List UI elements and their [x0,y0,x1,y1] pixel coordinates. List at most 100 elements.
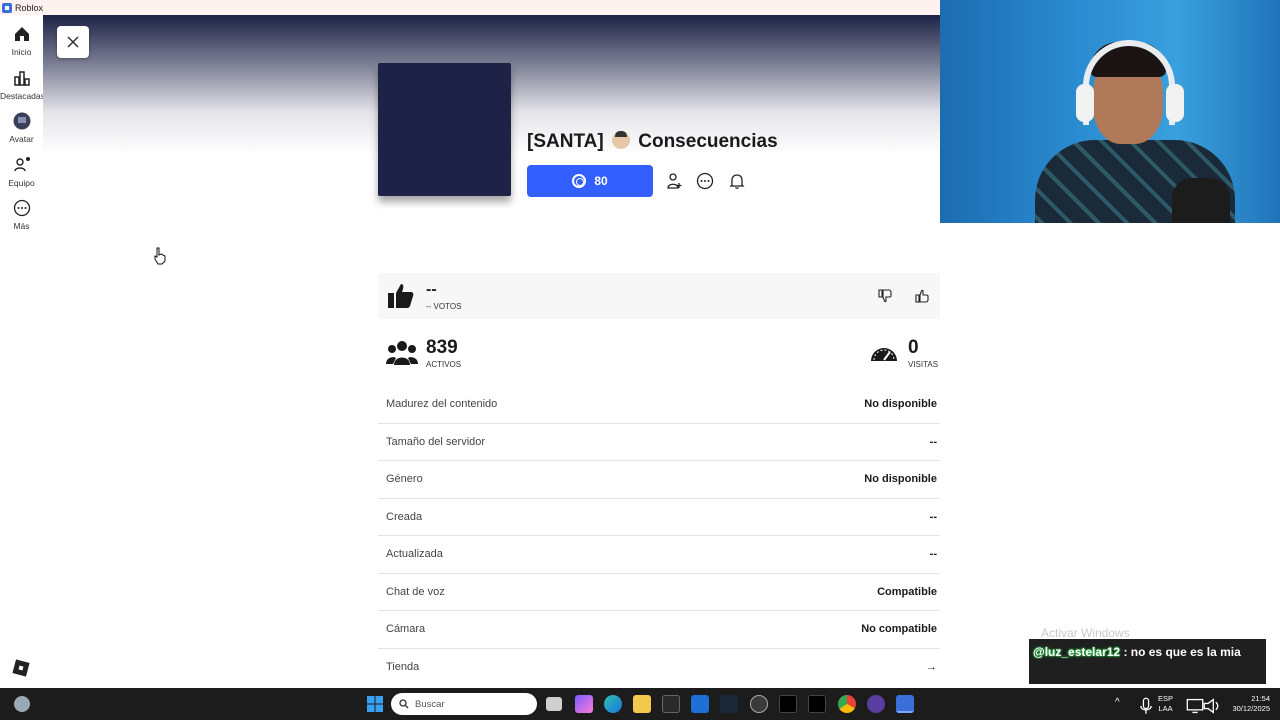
close-icon [67,36,79,48]
person-add-icon [667,173,682,189]
detail-value: -- [929,435,937,448]
app-icon[interactable] [750,695,768,713]
detail-key: Chat de voz [386,585,445,598]
headphones-icon [1083,40,1175,125]
detail-row-updated: Actualizada -- [378,536,940,574]
play-button[interactable]: 80 [527,165,653,197]
outlook-icon[interactable] [691,695,709,713]
detail-row-maturity: Madurez del contenido No disponible [378,386,940,424]
clock-time: 21:54 [1251,694,1270,703]
game-details-list: Madurez del contenido No disponible Tama… [378,386,940,686]
detail-key: Tamaño del servidor [386,435,486,448]
detail-value: No disponible [864,398,937,411]
search-icon [399,699,409,709]
microphone [1172,178,1230,223]
game-details-page: [SANTA] Consecuencias 80 -- -- VOTOS 839… [43,15,940,688]
nav-label-destacadas: Destacadas [0,91,45,101]
nav-label-mas: Más [13,221,30,231]
detail-value: -- [929,548,937,561]
nav-label-equipo: Equipo [8,178,35,188]
detail-key: Género [386,473,423,486]
left-nav: Inicio Destacadas Avatar Equipo Más [0,15,45,688]
microphone-tray-icon[interactable] [1137,697,1155,715]
visits-stat: 0 VISITAS [869,337,938,369]
game-title-prefix: [SANTA] [527,131,604,152]
chat-username: @luz_estelar12 [1033,645,1121,659]
tiktok-icon[interactable] [779,695,797,713]
window-title: Roblox [15,2,44,13]
vote-bar: -- -- VOTOS [378,273,940,319]
detail-row-genre: Género No disponible [378,461,940,499]
lang-line1: ESP [1158,694,1174,703]
rating-value: -- [426,281,437,298]
speedometer-icon [871,348,897,361]
stream-chat-message: @luz_estelar12 : no es que es la mia [1029,639,1266,684]
roblox-app-icon [2,2,12,13]
nav-item-mas[interactable]: Más [0,199,43,231]
nav-item-equipo[interactable]: Equipo [0,156,43,188]
file-explorer-icon[interactable] [633,695,651,713]
store-arrow-icon: → [926,661,937,674]
headphone-left [1076,84,1094,122]
active-count: 839 [426,337,458,358]
network-icon[interactable] [1186,697,1204,715]
edge-icon[interactable] [604,695,622,713]
weather-icon[interactable] [14,696,30,712]
detail-row-created: Creada -- [378,499,940,536]
window-titlebar: Roblox [0,0,940,15]
chrome-icon[interactable] [838,695,856,713]
thumbs-up-icon [915,289,929,303]
copilot-icon[interactable] [575,695,593,713]
play-price: 80 [594,174,608,188]
taskbar-search[interactable]: Buscar [391,693,537,715]
detail-row-store[interactable]: Tienda → [378,649,940,687]
roblox-logo-icon[interactable] [12,659,30,677]
clock[interactable]: 21:54 30/12/2025 [1224,694,1270,714]
visits-count: 0 [908,337,919,358]
roblox-taskbar-icon[interactable] [896,695,914,713]
more-options-button[interactable] [694,170,716,192]
nav-label-avatar: Avatar [9,134,34,144]
lang-line2: LAA [1158,704,1173,713]
visits-label: VISITAS [908,360,939,369]
detail-row-server-size: Tamaño del servidor -- [378,424,940,461]
detail-value: No disponible [864,473,937,486]
detail-key: Madurez del contenido [386,398,498,411]
game-title-name: Consecuencias [638,131,778,152]
thumbs-down-icon [878,289,892,303]
activate-windows-watermark: Activar Windows [1041,626,1130,640]
tray-chevron-icon[interactable]: ^ [1115,698,1120,708]
nav-label-inicio: Inicio [11,47,32,57]
nav-item-inicio[interactable]: Inicio [0,25,43,57]
volume-icon[interactable] [1203,697,1221,715]
webcam-feed [940,0,1280,223]
game-title: [SANTA] Consecuencias [527,131,778,153]
steam-icon[interactable] [720,695,738,713]
chat-text: : no es que es la mia [1123,645,1241,659]
join-friend-button[interactable] [663,170,685,192]
detail-key: Actualizada [386,548,443,561]
detail-key: Creada [386,510,423,523]
game-thumbnail [378,63,511,196]
detail-key: Cámara [386,623,426,636]
dislike-button[interactable] [874,285,896,307]
tiktok-live-icon[interactable] [808,695,826,713]
task-view-icon[interactable] [546,697,562,711]
active-label: ACTIVOS [426,360,462,369]
detail-value: Compatible [877,585,937,598]
like-button[interactable] [911,285,933,307]
nav-item-avatar[interactable]: Avatar [0,112,43,144]
detail-value: No compatible [861,623,937,636]
home-icon [14,27,29,41]
nav-item-destacadas[interactable]: Destacadas [0,69,45,101]
notify-button[interactable] [726,170,748,192]
language-indicator[interactable]: ESP LAA [1158,694,1173,714]
more-icon [13,199,30,217]
twitch-icon[interactable] [867,695,885,713]
detail-key: Tienda [386,661,420,674]
windows-taskbar: Buscar ^ ESP LAA 21:54 30/12/2025 [0,688,1280,720]
windows-start-icon[interactable] [366,695,384,713]
close-button[interactable] [57,26,89,58]
santa-emoji-icon [611,131,630,149]
store-icon[interactable] [662,695,680,713]
